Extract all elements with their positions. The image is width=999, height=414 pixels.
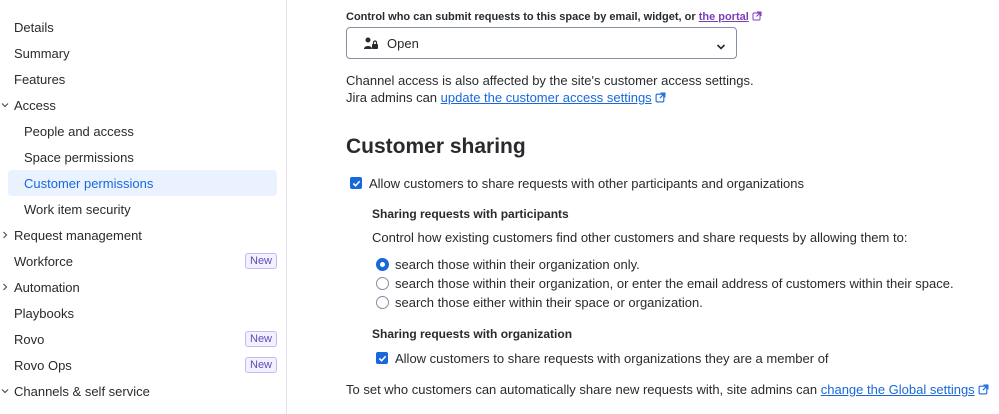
channel-note-line1: Channel access is also affected by the s…	[346, 73, 754, 88]
external-link-icon	[655, 91, 666, 106]
chevron-right-icon	[0, 282, 10, 292]
channel-note-line2: Jira admins can update the customer acce…	[346, 90, 666, 106]
chevron-down-icon	[0, 100, 10, 110]
sidebar-item-customer-permissions[interactable]: Customer permissions	[8, 170, 277, 196]
sidebar-item-playbooks[interactable]: Playbooks	[0, 300, 287, 326]
checkmark-icon	[352, 180, 360, 187]
sidebar-item-label: Request management	[14, 227, 142, 243]
sidebar-item-rovo-ops[interactable]: Rovo Ops New	[0, 352, 287, 378]
chevron-down-icon	[716, 39, 726, 57]
sidebar-item-label: Work item security	[24, 201, 131, 217]
channel-note-prefix: Jira admins can	[346, 90, 438, 105]
sidebar-item-label: Access	[14, 97, 56, 113]
sidebar-item-label: Features	[14, 71, 66, 87]
sidebar-item-label: Channels & self service	[14, 383, 150, 399]
participants-heading: Sharing requests with participants	[372, 207, 569, 221]
sidebar-item-channels-self-service[interactable]: Channels & self service	[0, 378, 287, 404]
update-customer-access-link[interactable]: update the customer access settings	[441, 90, 652, 105]
channel-access-heading: Control who can submit requests to this …	[346, 11, 762, 24]
sidebar-item-request-management[interactable]: Request management	[0, 222, 287, 248]
new-badge: New	[245, 253, 278, 269]
sidebar: Details Summary Features Access People a…	[0, 0, 287, 414]
sidebar-item-people-and-access[interactable]: People and access	[0, 118, 287, 144]
sidebar-item-details[interactable]: Details	[0, 14, 287, 40]
sidebar-item-workforce[interactable]: Workforce New	[0, 248, 287, 274]
channel-access-value: Open	[387, 35, 419, 51]
allow-sharing-label: Allow customers to share requests with o…	[369, 176, 804, 191]
external-link-icon	[978, 383, 989, 398]
new-badge: New	[245, 331, 278, 347]
customer-sharing-title: Customer sharing	[346, 135, 526, 158]
sidebar-item-label: Automation	[14, 279, 80, 295]
radio-space-or-org[interactable]	[376, 296, 389, 309]
new-badge: New	[245, 357, 278, 373]
chevron-down-icon	[0, 386, 10, 396]
lock-people-icon	[363, 36, 379, 57]
radio-org-only[interactable]	[376, 258, 389, 271]
sidebar-item-label: Rovo Ops	[14, 357, 72, 373]
global-settings-note: To set who customers can automatically s…	[346, 382, 989, 398]
sidebar-item-label: Workforce	[14, 253, 73, 269]
channel-access-heading-text: Control who can submit requests to this …	[346, 11, 696, 23]
radio-org-only-label: search those within their organization o…	[395, 257, 640, 272]
participants-desc: Control how existing customers find othe…	[372, 230, 908, 245]
sidebar-item-label: Details	[14, 19, 54, 35]
channel-access-select[interactable]: Open	[346, 27, 737, 59]
allow-sharing-checkbox[interactable]	[350, 177, 362, 189]
sidebar-item-automation[interactable]: Automation	[0, 274, 287, 300]
change-global-settings-link[interactable]: change the Global settings	[821, 382, 975, 397]
sidebar-item-label: Customer permissions	[24, 175, 154, 191]
portal-link[interactable]: the portal	[699, 11, 749, 23]
radio-org-or-email-label: search those within their organization, …	[395, 276, 954, 291]
org-heading: Sharing requests with organization	[372, 327, 573, 341]
allow-org-sharing-checkbox[interactable]	[376, 352, 388, 364]
sidebar-item-access[interactable]: Access	[0, 92, 287, 118]
sidebar-item-rovo[interactable]: Rovo New	[0, 326, 287, 352]
radio-space-or-org-label: search those either within their space o…	[395, 295, 703, 310]
main-content: Control who can submit requests to this …	[288, 0, 999, 414]
external-link-icon	[752, 11, 762, 24]
sidebar-item-label: Space permissions	[24, 149, 134, 165]
sidebar-item-label: Summary	[14, 45, 70, 61]
radio-org-or-email[interactable]	[376, 277, 389, 290]
sidebar-item-label: Playbooks	[14, 305, 74, 321]
global-settings-prefix: To set who customers can automatically s…	[346, 382, 818, 397]
sidebar-item-features[interactable]: Features	[0, 66, 287, 92]
sidebar-item-work-item-security[interactable]: Work item security	[0, 196, 287, 222]
sidebar-item-summary[interactable]: Summary	[0, 40, 287, 66]
sidebar-item-label: People and access	[24, 123, 134, 139]
checkmark-icon	[378, 355, 386, 362]
sidebar-item-space-permissions[interactable]: Space permissions	[0, 144, 287, 170]
chevron-right-icon	[0, 230, 10, 240]
sidebar-item-label: Rovo	[14, 331, 45, 347]
allow-org-sharing-label: Allow customers to share requests with o…	[395, 351, 829, 366]
